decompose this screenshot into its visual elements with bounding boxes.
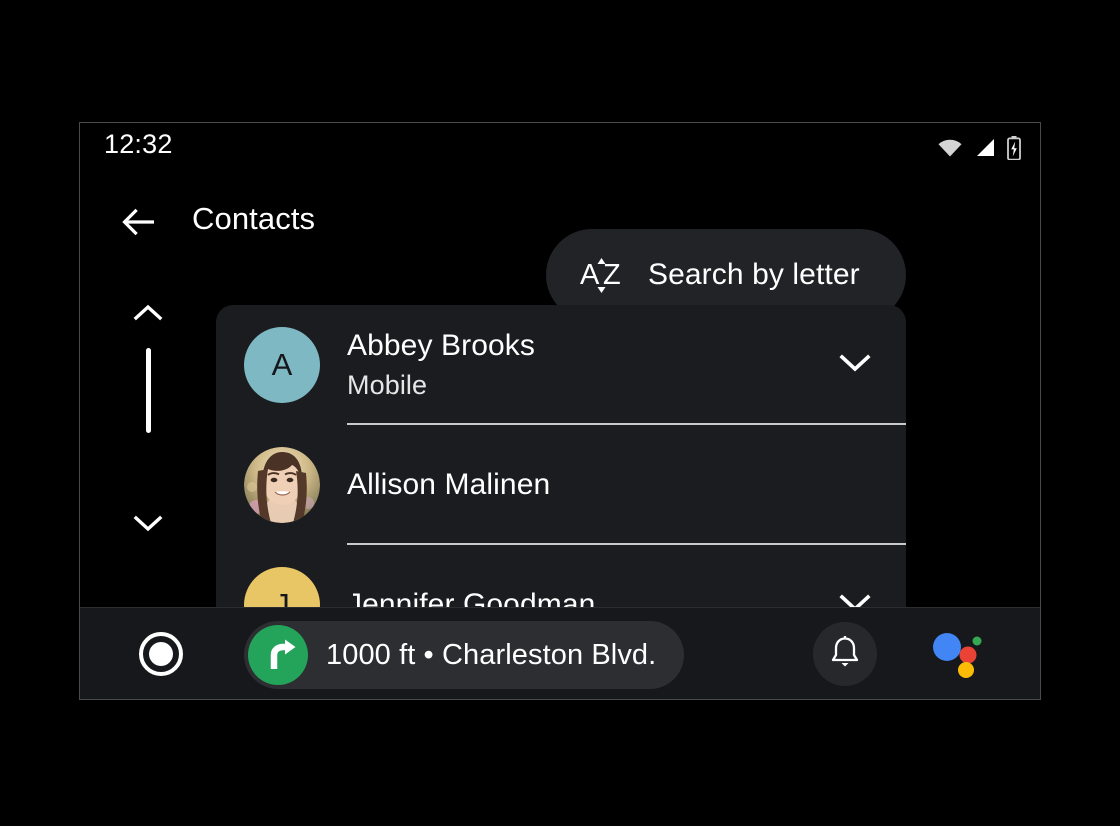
app-toolbar: Contacts A Z Search by letter xyxy=(80,171,1040,321)
back-button[interactable] xyxy=(120,204,160,244)
contact-text: Allison Malinen xyxy=(347,466,906,503)
avatar xyxy=(244,447,320,523)
status-bar: 12:32 xyxy=(80,123,1040,171)
contact-subtitle: Mobile xyxy=(347,370,428,401)
scroll-up-button[interactable] xyxy=(132,303,164,327)
chevron-down-icon xyxy=(838,352,872,379)
avatar-letter: A xyxy=(271,347,293,382)
scroll-down-button[interactable] xyxy=(132,513,164,537)
status-bar-icons xyxy=(937,136,1021,165)
bottom-navigation-bar: 1000 ft • Charleston Blvd. xyxy=(80,607,1040,699)
cell-signal-icon xyxy=(974,138,996,163)
notifications-button[interactable] xyxy=(813,622,877,686)
search-pill-label: Search by letter xyxy=(648,258,860,291)
svg-text:Z: Z xyxy=(603,259,621,291)
page-title: Contacts xyxy=(192,201,316,236)
contact-text: Abbey Brooks Mobile xyxy=(347,327,832,403)
expand-contact-button[interactable] xyxy=(832,342,878,388)
wifi-icon xyxy=(937,138,963,163)
turn-right-icon xyxy=(248,625,308,685)
contact-name: Allison Malinen xyxy=(347,468,551,502)
bell-icon xyxy=(829,635,861,674)
chevron-down-icon xyxy=(133,514,163,537)
chevron-up-icon xyxy=(133,304,163,327)
table-row[interactable]: Allison Malinen xyxy=(216,425,906,545)
list-scrollbar xyxy=(120,303,176,603)
contact-name: Abbey Brooks xyxy=(347,328,535,362)
table-row[interactable]: A Abbey Brooks Mobile xyxy=(216,305,906,425)
status-bar-clock: 12:32 xyxy=(104,129,173,159)
contact-photo xyxy=(244,447,320,523)
navigation-pill[interactable]: 1000 ft • Charleston Blvd. xyxy=(244,621,685,689)
home-circle-icon xyxy=(137,632,185,682)
home-button[interactable] xyxy=(137,630,185,678)
navigation-text: 1000 ft • Charleston Blvd. xyxy=(326,638,657,671)
avatar: A xyxy=(244,327,320,403)
scrollbar-thumb[interactable] xyxy=(146,348,151,433)
a-z-sort-icon: A Z xyxy=(579,254,627,296)
arrow-left-icon xyxy=(121,207,159,242)
android-auto-window: 12:32 Contacts A Z Search by letter A Ab… xyxy=(79,122,1041,700)
battery-charging-icon xyxy=(1007,136,1021,165)
svg-text:A: A xyxy=(580,259,600,291)
google-assistant-icon xyxy=(930,633,986,684)
google-assistant-button[interactable] xyxy=(930,628,986,680)
